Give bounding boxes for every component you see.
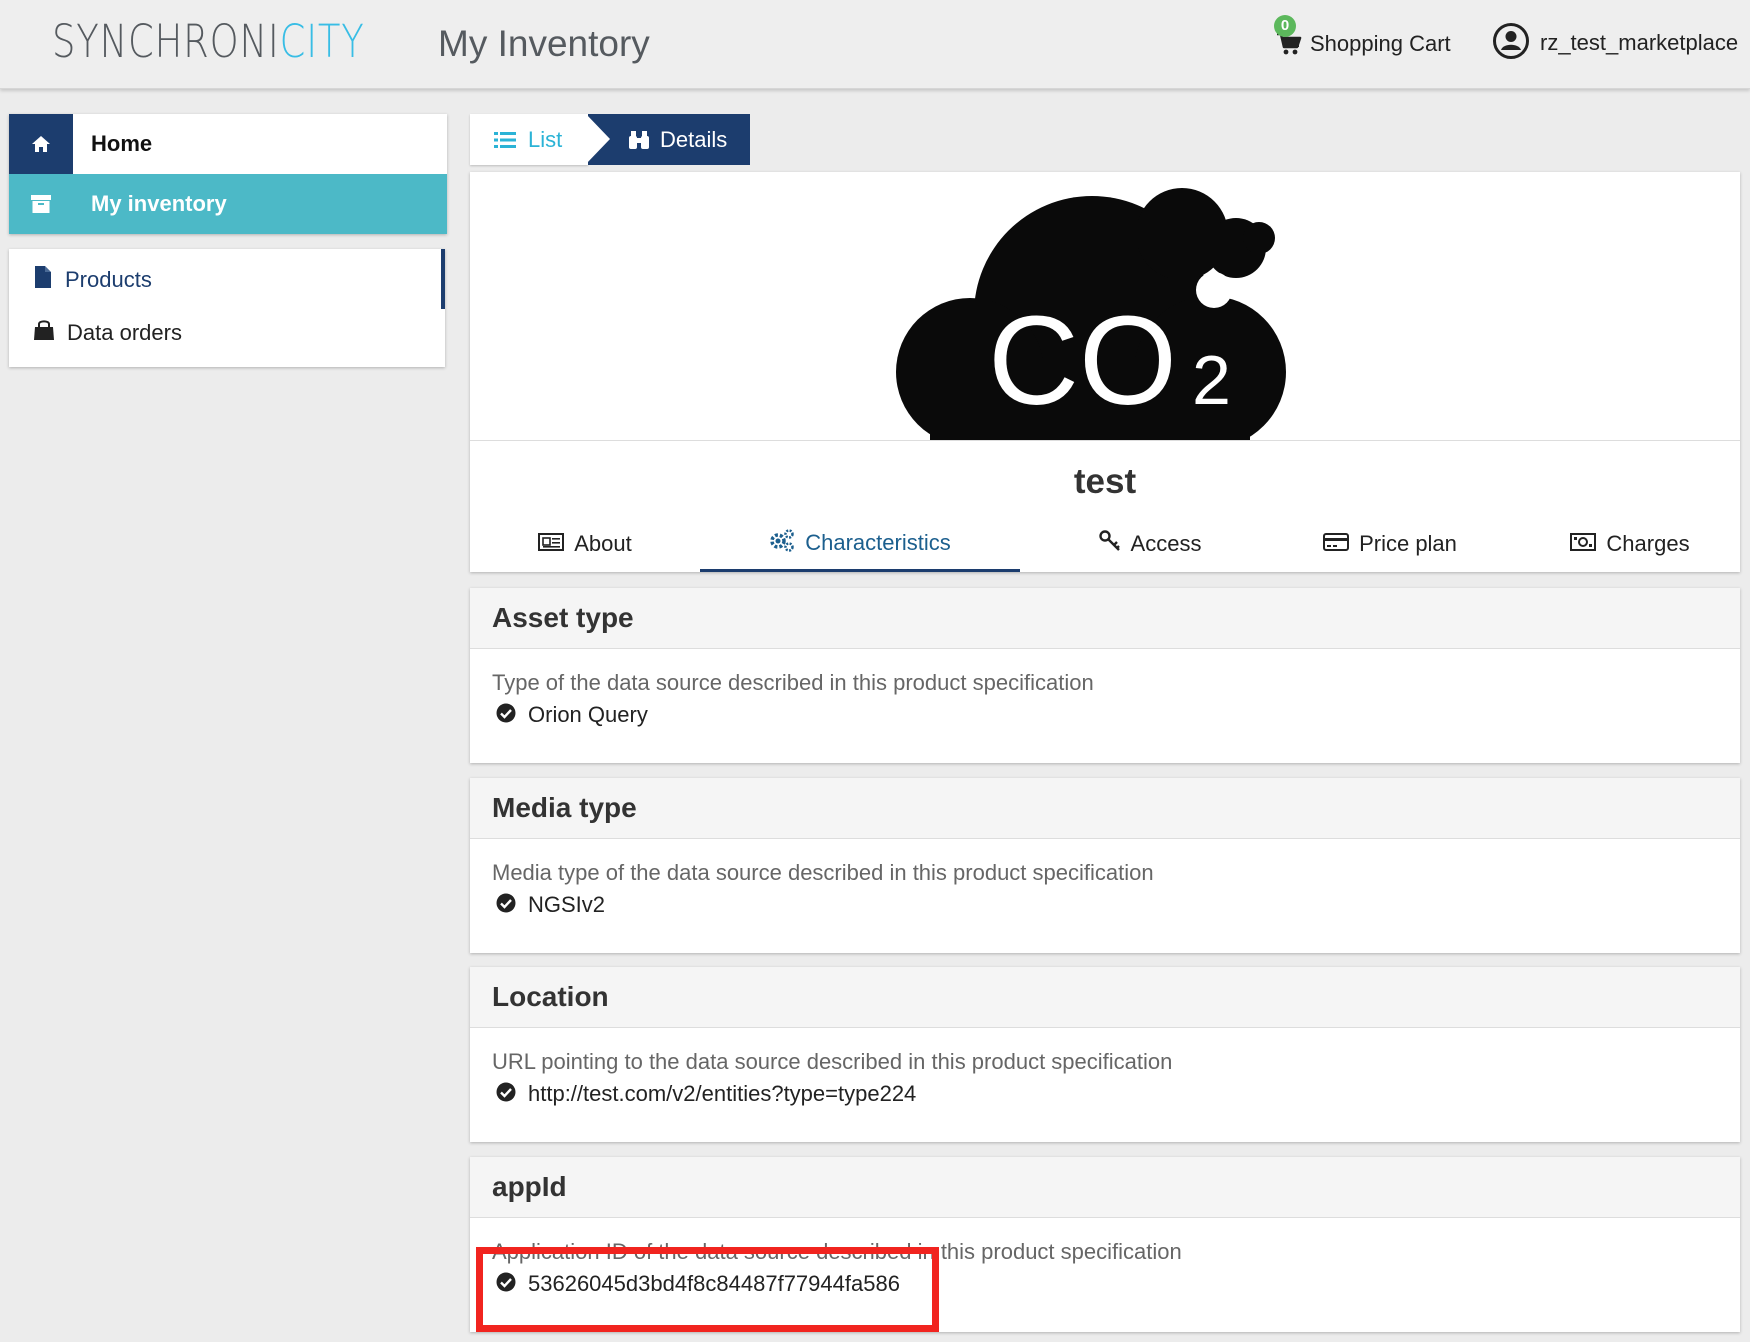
- credit-card-icon: [1323, 531, 1350, 557]
- characteristic-location: Location URL pointing to the data source…: [470, 967, 1740, 1142]
- sidebar-item-my-inventory[interactable]: My inventory: [9, 174, 447, 234]
- tab-about[interactable]: About: [490, 516, 680, 572]
- section-header: Asset type: [470, 588, 1740, 649]
- section-title: Media type: [492, 792, 637, 823]
- cart-label: Shopping Cart: [1310, 31, 1451, 56]
- cart-count-badge: 0: [1274, 15, 1296, 37]
- sidebar-item-products[interactable]: Products: [33, 265, 152, 294]
- value-text: NGSIv2: [528, 892, 606, 917]
- sidebar-item-data-orders[interactable]: Data orders: [33, 319, 182, 346]
- user-avatar-icon: [1492, 22, 1530, 65]
- tab-characteristics[interactable]: Characteristics: [700, 516, 1020, 572]
- tab-access[interactable]: Access: [1060, 516, 1240, 572]
- section-value: Orion Query: [496, 702, 648, 728]
- username: rz_test_marketplace: [1540, 30, 1739, 55]
- archive-icon: [9, 174, 73, 234]
- value-text: 53626045d3bd4f8c84487f77944fa586: [528, 1271, 900, 1296]
- characteristic-asset-type: Asset type Type of the data source descr…: [470, 588, 1740, 763]
- section-title: Asset type: [492, 602, 634, 633]
- check-circle-icon: [496, 1082, 516, 1107]
- sidebar-item-label: Home: [91, 131, 153, 156]
- section-description: Application ID of the data source descri…: [492, 1239, 1182, 1264]
- cogs-icon: [769, 528, 795, 558]
- breadcrumb-list[interactable]: List: [470, 114, 588, 165]
- check-circle-icon: [496, 893, 516, 918]
- newspaper-icon: [538, 531, 565, 557]
- product-image: CO 2: [470, 172, 1740, 441]
- breadcrumb-arrow: [586, 114, 610, 164]
- sidebar-item-label: Data orders: [67, 319, 182, 345]
- list-icon: [494, 131, 516, 149]
- sidebar-item-label: Products: [65, 266, 152, 292]
- file-icon: [33, 265, 53, 294]
- sidebar-item-label: My inventory: [91, 191, 227, 216]
- top-bar: SYNCHRONICITY My Inventory 0 Shopping Ca…: [0, 0, 1750, 89]
- co2-image-subscript: 2: [1192, 341, 1231, 419]
- value-text: http://test.com/v2/entities?type=type224: [528, 1081, 917, 1106]
- active-indicator: [441, 249, 445, 309]
- tab-label: About: [574, 531, 632, 556]
- section-value: http://test.com/v2/entities?type=type224: [496, 1081, 916, 1107]
- tab-charges[interactable]: Charges: [1540, 516, 1720, 572]
- section-title: Location: [492, 981, 609, 1012]
- tab-label: Access: [1130, 531, 1202, 556]
- section-header: Media type: [470, 778, 1740, 839]
- section-title: appId: [492, 1171, 567, 1202]
- tab-label: Price plan: [1359, 531, 1457, 556]
- section-description: Type of the data source described in thi…: [492, 670, 1094, 695]
- binoculars-icon: [628, 130, 650, 150]
- product-name: test: [1073, 462, 1137, 501]
- tab-label: Characteristics: [805, 529, 951, 555]
- product-tabs: About Characteristics Access Price plan …: [470, 516, 1740, 572]
- tab-label: Charges: [1606, 531, 1690, 556]
- section-description: Media type of the data source described …: [492, 860, 1154, 885]
- check-circle-icon: [496, 703, 516, 728]
- sidebar-sub-nav: Products Data orders: [9, 249, 445, 367]
- money-icon: [1570, 531, 1597, 557]
- product-card: CO 2 test About Characteristics Access P…: [470, 172, 1740, 572]
- breadcrumb-details-label: Details: [660, 126, 728, 152]
- section-header: Location: [470, 967, 1740, 1028]
- shopping-cart-icon: 0: [1274, 15, 1302, 57]
- user-menu[interactable]: rz_test_marketplace: [1492, 22, 1738, 64]
- check-circle-icon: [496, 1272, 516, 1297]
- sidebar-item-home[interactable]: Home: [9, 114, 447, 174]
- characteristic-media-type: Media type Media type of the data source…: [470, 778, 1740, 953]
- section-header: appId: [470, 1157, 1740, 1218]
- section-value: 53626045d3bd4f8c84487f77944fa586: [496, 1271, 900, 1297]
- breadcrumb-list-label: List: [528, 126, 563, 152]
- section-value: NGSIv2: [496, 892, 605, 918]
- shopping-cart-button[interactable]: 0 Shopping Cart: [1274, 15, 1451, 64]
- breadcrumb: List Details: [470, 114, 750, 165]
- page-title: My Inventory: [438, 23, 650, 64]
- breadcrumb-details[interactable]: Details: [586, 114, 750, 165]
- characteristic-appid: appId Application ID of the data source …: [470, 1157, 1740, 1332]
- value-text: Orion Query: [528, 702, 648, 727]
- tab-price-plan[interactable]: Price plan: [1290, 516, 1490, 572]
- synchronicity-logo[interactable]: SYNCHRONICITY: [52, 14, 365, 70]
- key-icon: [1098, 530, 1121, 558]
- co2-image-text: CO: [988, 290, 1177, 431]
- sidebar-main-nav: Home My inventory: [9, 114, 447, 234]
- home-icon: [9, 114, 73, 174]
- shopping-bag-icon: [33, 319, 55, 346]
- section-description: URL pointing to the data source describe…: [492, 1049, 1173, 1074]
